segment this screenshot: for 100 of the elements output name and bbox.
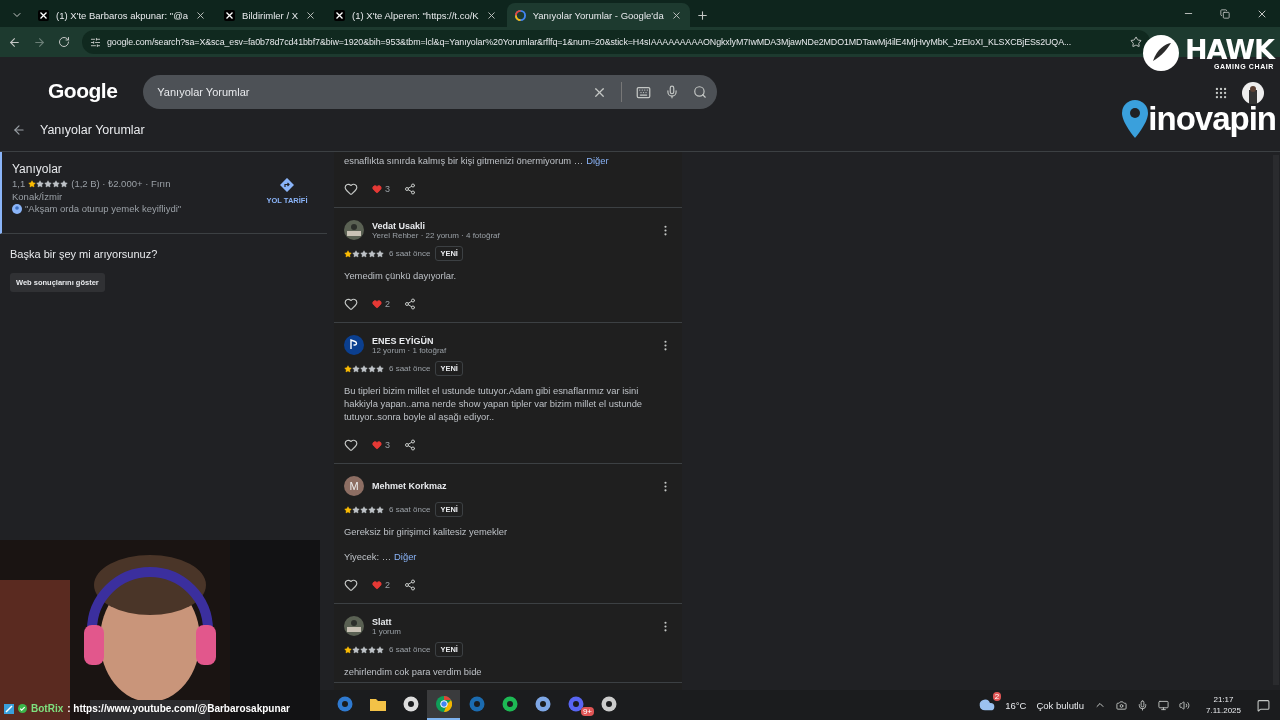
avatar bbox=[344, 335, 364, 355]
search-icon[interactable] bbox=[693, 85, 708, 99]
suggestion-heading: Başka bir şey mi arıyorsunuz? bbox=[10, 248, 158, 260]
taskbar-app[interactable] bbox=[427, 690, 460, 720]
taskbar-app[interactable]: 9+ bbox=[559, 690, 592, 720]
folder-icon bbox=[369, 697, 386, 711]
reviewer-meta: Yerel Rehber · 22 yorum · 4 fotoğraf bbox=[372, 230, 501, 240]
weather-icon bbox=[979, 697, 996, 713]
mail-icon bbox=[336, 696, 353, 712]
avatar bbox=[344, 616, 364, 636]
place-address: Konak/İzmir bbox=[12, 191, 64, 202]
avatar bbox=[344, 220, 364, 240]
heart-icon bbox=[372, 299, 382, 309]
review-time: 6 saat önce bbox=[389, 645, 431, 654]
reload-icon[interactable] bbox=[58, 36, 70, 48]
forward-icon[interactable] bbox=[33, 35, 46, 49]
like-count: 3 bbox=[385, 184, 390, 194]
apps-icon[interactable] bbox=[1214, 86, 1228, 100]
network-icon[interactable] bbox=[1158, 699, 1169, 711]
bookmark-star-icon[interactable] bbox=[1130, 36, 1142, 48]
site-icon bbox=[334, 9, 345, 21]
search-field[interactable]: Yanıyolar Yorumlar bbox=[143, 75, 718, 109]
restore-icon[interactable] bbox=[1220, 7, 1230, 20]
site-icon bbox=[514, 9, 526, 21]
share-icon[interactable] bbox=[404, 183, 416, 195]
back-icon[interactable] bbox=[12, 123, 26, 137]
review-text: esnaflıkta sınırda kalmış bir kişi gitmenizi önermiyorum … bbox=[344, 154, 584, 167]
close-icon[interactable] bbox=[670, 9, 682, 21]
browser-tab[interactable]: Yanıyolar Yorumlar - Google'da bbox=[506, 3, 690, 27]
chat-message: : https://www.youtube.com/@Barbarosakpunar bbox=[67, 703, 290, 714]
app-icon bbox=[501, 696, 518, 712]
place-name: Yanıyolar bbox=[12, 162, 63, 176]
avatar: M bbox=[344, 476, 364, 496]
like-icon[interactable] bbox=[344, 297, 358, 311]
microphone-icon[interactable] bbox=[665, 85, 680, 99]
review-text: Yiyecek: … bbox=[344, 550, 392, 563]
share-icon[interactable] bbox=[404, 439, 416, 451]
review-time: 6 saat önce bbox=[389, 364, 431, 373]
reviewer-name[interactable]: ENES EYİGÜN bbox=[372, 335, 651, 346]
back-icon[interactable] bbox=[8, 35, 21, 49]
camera-icon[interactable] bbox=[1116, 699, 1127, 711]
notification-badge: 9+ bbox=[580, 707, 594, 716]
notifications-icon[interactable] bbox=[1257, 698, 1270, 712]
app-icon bbox=[567, 696, 584, 712]
brand-name: HAWK bbox=[1185, 36, 1274, 63]
temperature: 16°C bbox=[1005, 699, 1027, 711]
like-count: 2 bbox=[385, 299, 390, 309]
close-icon[interactable] bbox=[485, 9, 497, 21]
place-details: (1,2 B) · ₺2.000+ · Fırın bbox=[71, 177, 171, 190]
app-icon bbox=[435, 696, 452, 712]
share-icon[interactable] bbox=[404, 579, 416, 591]
close-icon[interactable] bbox=[195, 9, 207, 21]
review-time: 6 saat önce bbox=[389, 505, 431, 514]
like-count: 2 bbox=[385, 580, 390, 590]
share-icon[interactable] bbox=[404, 298, 416, 310]
site-settings-icon[interactable] bbox=[90, 36, 101, 48]
volume-icon[interactable] bbox=[1179, 699, 1190, 711]
heart-icon bbox=[372, 184, 382, 194]
review-text: Gereksiz bir girişimci kalitesiz yemekler bbox=[344, 525, 509, 538]
microphone-icon[interactable] bbox=[1137, 699, 1148, 711]
user-icon bbox=[12, 203, 22, 214]
more-link[interactable]: Diğer bbox=[394, 551, 417, 562]
verified-icon bbox=[18, 704, 27, 713]
review-time: 6 saat önce bbox=[389, 249, 431, 258]
site-icon bbox=[38, 9, 49, 21]
google-logo: Google bbox=[48, 79, 118, 104]
chat-username: BotRix bbox=[31, 703, 64, 714]
reviewer-name[interactable]: Mehmet Korkmaz bbox=[372, 481, 651, 491]
directions-icon bbox=[280, 178, 294, 192]
browser-tab[interactable]: (1) X'te Barbaros akpunar: "@a bbox=[30, 3, 215, 27]
review-text: zehirlendim cok para verdim bide bbox=[344, 665, 483, 678]
address-bar[interactable] bbox=[82, 30, 1150, 54]
close-icon[interactable] bbox=[305, 9, 316, 21]
rating-value: 1,1 bbox=[12, 178, 26, 189]
more-link[interactable]: Diğer bbox=[586, 155, 609, 166]
like-icon[interactable] bbox=[344, 438, 358, 452]
review-text: Yemedim çünkü dayıyorlar. bbox=[344, 269, 458, 282]
browser-tab[interactable]: (1) X'te Alperen: "https://t.co/K bbox=[326, 3, 505, 27]
clock[interactable]: 21:17 7.11.2025 bbox=[1200, 694, 1247, 716]
reviewer-name[interactable]: Vedat Usakli bbox=[372, 220, 651, 231]
bot-icon bbox=[4, 703, 14, 714]
like-count: 3 bbox=[385, 440, 390, 450]
app-icon bbox=[534, 696, 551, 712]
keyboard-icon[interactable] bbox=[636, 84, 652, 100]
like-icon[interactable] bbox=[344, 182, 358, 196]
page-title: Yanıyolar Yorumlar bbox=[40, 123, 145, 137]
new-tab-icon[interactable] bbox=[696, 8, 710, 22]
reviewer-meta: 12 yorum · 1 fotoğraf bbox=[372, 345, 448, 355]
heart-icon bbox=[372, 580, 382, 590]
review-snippet: "Akşam orda oturup yemek keyifliydi" bbox=[25, 203, 182, 214]
pin-icon bbox=[1122, 100, 1149, 138]
like-icon[interactable] bbox=[344, 578, 358, 592]
app-icon bbox=[468, 696, 485, 712]
profile-avatar bbox=[1242, 82, 1264, 104]
browser-tab[interactable]: Bildirimler / X bbox=[216, 3, 324, 27]
app-icon bbox=[402, 696, 419, 712]
weather-condition: Çok bulutlu bbox=[1036, 699, 1084, 711]
reviewer-name[interactable]: Slatt bbox=[372, 616, 651, 627]
heart-icon bbox=[372, 440, 382, 450]
app-icon bbox=[600, 696, 617, 712]
